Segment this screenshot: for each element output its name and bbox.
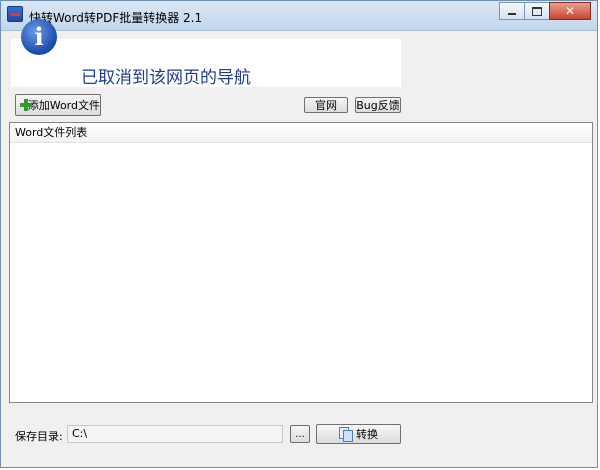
convert-button[interactable]: 转换 bbox=[316, 424, 401, 444]
close-button[interactable]: ✕ bbox=[549, 2, 591, 20]
banner-message: 已取消到该网页的导航 bbox=[81, 68, 251, 88]
add-word-file-button[interactable]: 添加Word文件 bbox=[15, 94, 101, 116]
save-directory-label: 保存目录: bbox=[15, 430, 63, 443]
convert-icon bbox=[339, 427, 353, 442]
list-column-header[interactable]: Word文件列表 bbox=[10, 123, 592, 143]
caption-buttons: ✕ bbox=[499, 2, 591, 20]
minimize-button[interactable] bbox=[499, 2, 525, 20]
maximize-button[interactable] bbox=[524, 2, 550, 20]
window-title: 快转Word转PDF批量转换器 2.1 bbox=[29, 11, 203, 25]
info-icon: i bbox=[21, 19, 57, 55]
app-icon bbox=[7, 6, 23, 22]
plus-icon bbox=[20, 99, 32, 111]
convert-label: 转换 bbox=[356, 428, 378, 441]
bug-feedback-button[interactable]: Bug反馈 bbox=[355, 97, 401, 113]
add-word-file-label: 添加Word文件 bbox=[27, 99, 100, 112]
word-file-list[interactable]: Word文件列表 bbox=[9, 122, 593, 403]
browse-button[interactable]: ... bbox=[290, 425, 310, 443]
main-window: 快转Word转PDF批量转换器 2.1 ✕ i 已取消到该网页的导航 添加Wor… bbox=[0, 0, 598, 468]
official-site-button[interactable]: 官网 bbox=[304, 97, 348, 113]
title-bar[interactable]: 快转Word转PDF批量转换器 2.1 ✕ bbox=[1, 1, 597, 31]
save-directory-field[interactable]: C:\ bbox=[67, 425, 283, 443]
